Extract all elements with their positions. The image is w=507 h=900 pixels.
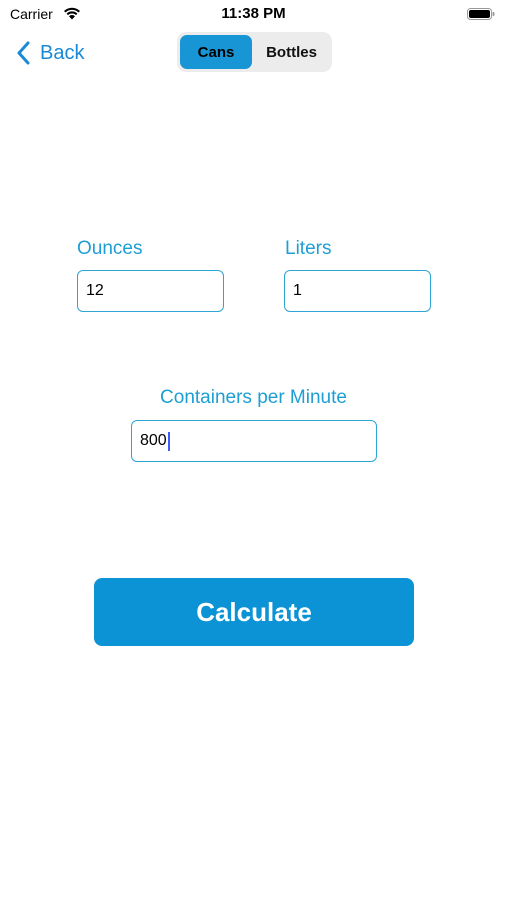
containers-per-minute-field[interactable]: 800: [131, 420, 377, 462]
battery-icon: [467, 8, 495, 20]
liters-value: 1: [293, 282, 302, 299]
container-type-segmented-control[interactable]: Cans Bottles: [177, 32, 332, 72]
containers-per-minute-value: 800: [140, 432, 167, 449]
ounces-label: Ounces: [77, 238, 143, 259]
ounces-value: 12: [86, 282, 104, 299]
back-button[interactable]: Back: [16, 38, 84, 68]
text-cursor: [167, 431, 170, 451]
containers-per-minute-label: Containers per Minute: [160, 387, 347, 408]
back-label: Back: [40, 41, 85, 64]
status-time: 11:38 PM: [221, 5, 286, 22]
calculate-button[interactable]: Calculate: [94, 578, 414, 646]
status-bar: Carrier 11:38 PM: [0, 0, 507, 28]
segment-bottles[interactable]: Bottles: [254, 35, 329, 69]
liters-field[interactable]: 1: [284, 270, 431, 312]
segment-cans[interactable]: Cans: [180, 35, 252, 69]
chevron-left-icon: [17, 41, 30, 65]
liters-label: Liters: [285, 238, 332, 259]
ounces-field[interactable]: 12: [77, 270, 224, 312]
